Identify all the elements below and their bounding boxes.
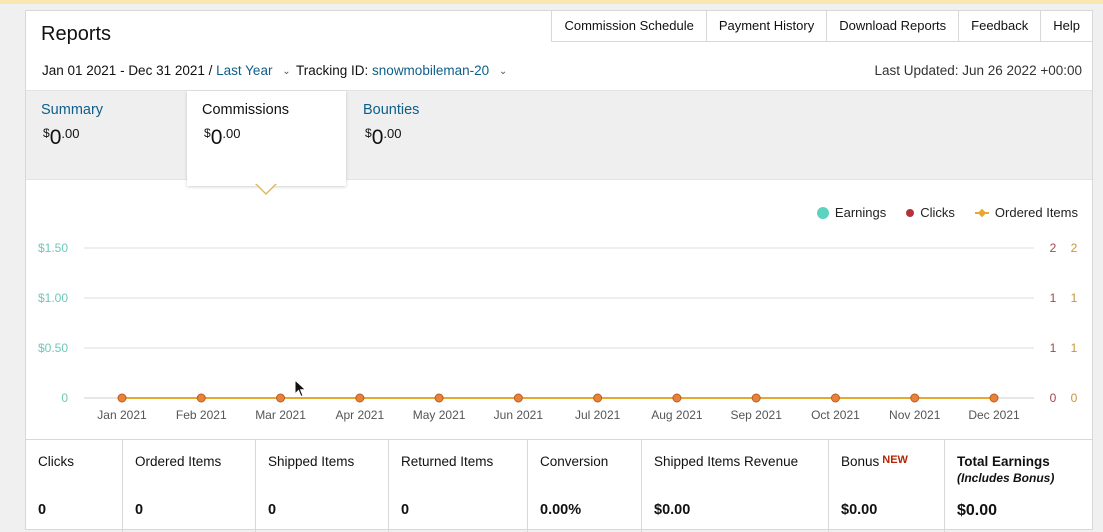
x-axis-tick: May 2021 bbox=[413, 408, 466, 422]
tab-label[interactable]: Bounties bbox=[363, 102, 419, 118]
x-axis-tick: Feb 2021 bbox=[176, 408, 227, 422]
x-axis-tick: Sep 2021 bbox=[730, 408, 782, 422]
tracking-id-selector[interactable]: Tracking ID: snowmobileman-20 ⌄ bbox=[296, 63, 507, 78]
data-point bbox=[355, 393, 365, 403]
tab-bounties[interactable]: Bounties $0.00 bbox=[348, 91, 548, 181]
right-axis-tick-clicks: 1 bbox=[1050, 341, 1057, 355]
right-axis-tick-clicks: 1 bbox=[1050, 291, 1057, 305]
help-button[interactable]: Help bbox=[1041, 10, 1093, 42]
mouse-cursor-icon bbox=[294, 379, 307, 398]
legend-earnings[interactable]: Earnings bbox=[816, 205, 886, 220]
tab-amount: $0.00 bbox=[204, 126, 241, 149]
x-axis-tick: Jan 2021 bbox=[97, 408, 147, 422]
ordered-line-icon bbox=[974, 208, 989, 217]
data-point bbox=[751, 393, 761, 403]
performance-chart: $1.50 2 2$1.00 1 1$0.50 1 10 0 0Jan 2021 Feb 2021… bbox=[38, 241, 1078, 422]
report-nav: Commission Schedule Payment History Down… bbox=[551, 10, 1093, 42]
date-range-text: Jan 01 2021 - Dec 31 2021 / bbox=[42, 63, 213, 78]
active-tab-pointer bbox=[255, 183, 277, 195]
data-point bbox=[672, 393, 682, 403]
tracking-id-link[interactable]: snowmobileman-20 bbox=[372, 63, 489, 78]
payment-history-button[interactable]: Payment History bbox=[706, 10, 828, 42]
notification-strip bbox=[0, 0, 1103, 4]
x-axis-tick: Jun 2021 bbox=[494, 408, 544, 422]
x-axis-tick: Jul 2021 bbox=[575, 408, 621, 422]
tab-summary[interactable]: Summary $0.00 bbox=[26, 91, 187, 181]
earnings-dot-icon bbox=[816, 206, 829, 219]
left-axis-tick: $0.50 bbox=[38, 341, 68, 355]
data-point bbox=[276, 393, 286, 403]
stats-row: Clicks 0 Ordered Items 0 Shipped Items 0… bbox=[26, 439, 1092, 532]
stat-ordered-items: Ordered Items 0 bbox=[123, 440, 256, 532]
x-axis-tick: Apr 2021 bbox=[335, 408, 384, 422]
legend-clicks[interactable]: Clicks bbox=[906, 205, 955, 220]
data-point bbox=[593, 393, 603, 403]
legend-ordered-items[interactable]: Ordered Items bbox=[974, 205, 1078, 220]
stat-total-earnings: Total Earnings (Includes Bonus) $0.00 bbox=[957, 454, 1055, 519]
data-point bbox=[117, 393, 127, 403]
summary-tabs: Summary $0.00 Commissions $0.00 Bounties… bbox=[26, 90, 1092, 186]
page-title: Reports bbox=[41, 23, 112, 45]
right-axis-tick-ordered: 0 bbox=[1071, 391, 1078, 405]
data-point bbox=[910, 393, 920, 403]
chart-legend: Earnings Clicks Ordered Items bbox=[816, 205, 1078, 220]
range-preset-link[interactable]: Last Year bbox=[216, 63, 272, 78]
stat-clicks: Clicks 0 bbox=[26, 440, 123, 532]
right-axis-tick-ordered: 2 bbox=[1071, 241, 1078, 255]
left-axis-tick: 0 bbox=[61, 391, 68, 405]
tab-amount: $0.00 bbox=[365, 126, 402, 149]
stat-returned-items: Returned Items 0 bbox=[389, 440, 528, 532]
left-axis-tick: $1.00 bbox=[38, 291, 68, 305]
last-updated-text: Last Updated: Jun 26 2022 +00:00 bbox=[874, 63, 1082, 78]
clicks-dot-icon bbox=[906, 208, 915, 217]
date-range-selector[interactable]: Jan 01 2021 - Dec 31 2021 / Last Year ⌄ bbox=[42, 63, 291, 78]
left-axis-tick: $1.50 bbox=[38, 241, 68, 255]
right-axis-tick-clicks: 0 bbox=[1050, 391, 1057, 405]
download-reports-button[interactable]: Download Reports bbox=[827, 10, 960, 42]
x-axis-tick: Nov 2021 bbox=[889, 408, 941, 422]
data-point bbox=[196, 393, 206, 403]
feedback-button[interactable]: Feedback bbox=[959, 10, 1042, 42]
x-axis-tick: Mar 2021 bbox=[255, 408, 306, 422]
x-axis-tick: Dec 2021 bbox=[968, 408, 1020, 422]
stat-shipped-revenue: Shipped Items Revenue $0.00 bbox=[642, 440, 829, 532]
data-point bbox=[434, 393, 444, 403]
tab-label: Commissions bbox=[202, 102, 290, 118]
tab-label[interactable]: Summary bbox=[41, 102, 103, 118]
chevron-down-icon[interactable]: ⌄ bbox=[282, 66, 290, 77]
chevron-down-icon[interactable]: ⌄ bbox=[499, 66, 507, 77]
data-point bbox=[830, 393, 840, 403]
tab-amount: $0.00 bbox=[43, 126, 80, 149]
right-axis-tick-ordered: 1 bbox=[1071, 341, 1078, 355]
tracking-label: Tracking ID: bbox=[296, 63, 369, 78]
stat-bonus: Bonus NEW $0.00 bbox=[829, 440, 945, 532]
x-axis-tick: Aug 2021 bbox=[651, 408, 703, 422]
commission-schedule-button[interactable]: Commission Schedule bbox=[551, 10, 707, 42]
reports-panel: Reports Commission Schedule Payment Hist… bbox=[25, 10, 1093, 532]
new-badge: NEW bbox=[882, 454, 908, 466]
data-point bbox=[513, 393, 523, 403]
stat-conversion: Conversion 0.00% bbox=[528, 440, 642, 532]
right-axis-tick-ordered: 1 bbox=[1071, 291, 1078, 305]
stat-shipped-items: Shipped Items 0 bbox=[256, 440, 389, 532]
x-axis-tick: Oct 2021 bbox=[811, 408, 860, 422]
tab-commissions[interactable]: Commissions $0.00 bbox=[187, 91, 346, 186]
data-point bbox=[989, 393, 999, 403]
right-axis-tick-clicks: 2 bbox=[1050, 241, 1057, 255]
